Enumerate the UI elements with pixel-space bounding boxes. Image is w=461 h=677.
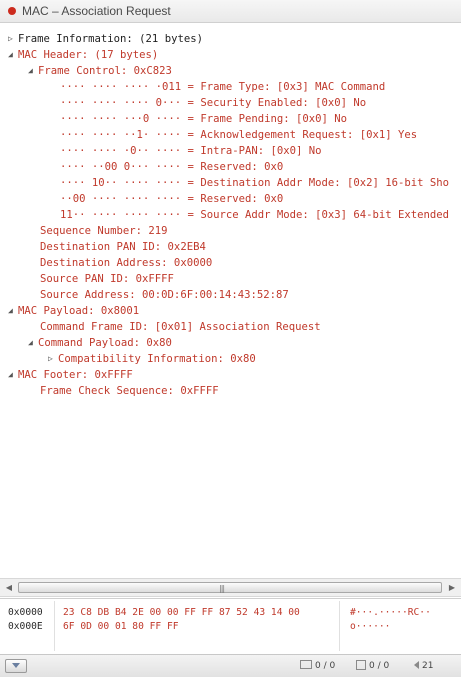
tree-row-compatibility-information[interactable]: ▷ Compatibility Information: 0x80 (48, 351, 256, 367)
tree-row-source-addr-mode[interactable]: 11·· ···· ···· ···· = Source Addr Mode: … (60, 207, 449, 223)
selection-count: 0 / 0 (315, 661, 336, 671)
tree-row-label: ···· 10·· ···· ···· = Destination Addr M… (60, 177, 450, 189)
scrollbar-thumb[interactable]: ||| (18, 582, 442, 593)
status-bar: 0 / 0 0 / 0 21 (0, 654, 461, 677)
tree-row-label: Command Payload: 0x80 (38, 337, 172, 349)
marker-counter: 0 / 0 (356, 659, 389, 673)
tree-row-label: Sequence Number: 219 (40, 225, 168, 237)
tree-row-label: ···· ···· ···0 ···· = Frame Pending: [0x… (60, 113, 348, 125)
hex-dump-pane[interactable]: 0x0000 0x000E 23 C8 DB B4 2E 00 00 FF FF… (0, 598, 461, 655)
tree-row-mac-header[interactable]: ◢ MAC Header: (17 bytes) (8, 47, 158, 63)
tree-row-label: ···· ···· ··1· ···· = Acknowledgement Re… (60, 129, 418, 141)
tree-row-label: ···· ···· ·0·· ···· = Intra-PAN: [0x0] N… (60, 145, 322, 157)
tree-row-label: Frame Control: 0xC823 (38, 65, 172, 77)
tree-row-reserved[interactable]: ···· ··00 0··· ···· = Reserved: 0x0 (60, 159, 283, 175)
tree-row-intra-pan[interactable]: ···· ···· ·0·· ···· = Intra-PAN: [0x0] N… (60, 143, 322, 159)
tree-row-label: ···· ···· ···· ·011 = Frame Type: [0x3] … (60, 81, 386, 93)
tree-row-frame-check-sequence[interactable]: Frame Check Sequence: 0xFFFF (40, 383, 219, 399)
tree-row-frame-control[interactable]: ◢ Frame Control: 0xC823 (28, 63, 172, 79)
scroll-left-arrow-icon[interactable]: ◀ (4, 583, 14, 593)
tree-row-frame-type[interactable]: ···· ···· ···· ·011 = Frame Type: [0x3] … (60, 79, 385, 95)
expand-arrow-icon[interactable]: ▷ (48, 351, 58, 367)
status-dot-icon (8, 7, 16, 15)
collapse-arrow-icon[interactable]: ◢ (28, 335, 38, 351)
tree-row-ack-request[interactable]: ···· ···· ··1· ···· = Acknowledgement Re… (60, 127, 417, 143)
collapse-arrow-icon[interactable]: ◢ (28, 63, 38, 79)
tree-row-label: Command Frame ID: [0x01] Association Req… (40, 321, 321, 333)
hex-ascii[interactable]: o······ (350, 620, 390, 634)
hex-offset: 0x0000 (8, 607, 43, 618)
tree-row-security-enabled[interactable]: ···· ···· ···· 0··· = Security Enabled: … (60, 95, 366, 111)
tree-row-dest-addr-mode[interactable]: ···· 10·· ···· ···· = Destination Addr M… (60, 175, 449, 191)
tree-row-mac-payload[interactable]: ◢ MAC Payload: 0x8001 (8, 303, 139, 319)
tree-row-frame-information[interactable]: ▷ Frame Information: (21 bytes) (8, 31, 203, 47)
collapse-arrow-icon[interactable]: ◢ (8, 47, 18, 63)
marker-count: 0 / 0 (369, 661, 390, 671)
marker-icon (356, 659, 366, 670)
collapse-arrow-icon[interactable]: ◢ (8, 367, 18, 383)
hex-offset: 0x000E (8, 621, 43, 632)
hex-bytes[interactable]: 23 C8 DB B4 2E 00 00 FF FF 87 52 43 14 0… (63, 606, 300, 620)
selection-icon (300, 660, 312, 669)
tree-row-label: MAC Payload: 0x8001 (18, 305, 140, 317)
chevron-down-icon (12, 663, 20, 668)
scroll-right-arrow-icon[interactable]: ▶ (447, 583, 457, 593)
packet-detail-tree[interactable]: ▷ Frame Information: (21 bytes) ◢ MAC Head… (0, 31, 461, 576)
tree-row-label: MAC Header: (17 bytes) (18, 49, 159, 61)
window-titlebar: MAC – Association Request (0, 0, 461, 23)
tree-row-destination-address[interactable]: Destination Address: 0x0000 (40, 255, 212, 271)
expand-arrow-icon[interactable]: ▷ (8, 31, 18, 47)
byte-counter: 21 (414, 659, 433, 673)
tree-row-command-frame-id[interactable]: Command Frame ID: [0x01] Association Req… (40, 319, 321, 335)
horizontal-scrollbar[interactable]: ◀ ||| ▶ (0, 578, 461, 597)
tree-row-label: ···· ···· ···· 0··· = Security Enabled: … (60, 97, 367, 109)
byte-length-icon (414, 660, 419, 669)
tree-row-reserved[interactable]: ··00 ···· ···· ···· = Reserved: 0x0 (60, 191, 283, 207)
tree-row-command-payload[interactable]: ◢ Command Payload: 0x80 (28, 335, 172, 351)
byte-count: 21 (422, 661, 434, 671)
tree-row-sequence-number[interactable]: Sequence Number: 219 (40, 223, 168, 239)
tree-row-label: 11·· ···· ···· ···· = Source Addr Mode: … (60, 209, 450, 221)
tree-row-label: Compatibility Information: 0x80 (58, 353, 256, 365)
hex-bytes[interactable]: 6F 0D 00 01 80 FF FF (63, 620, 179, 634)
hex-ascii[interactable]: #···.·····RC·· (350, 606, 431, 620)
tree-row-label: Destination PAN ID: 0x2EB4 (40, 241, 206, 253)
selection-counter: 0 / 0 (300, 659, 335, 673)
tree-row-label: Frame Check Sequence: 0xFFFF (40, 385, 219, 397)
tree-row-label: MAC Footer: 0xFFFF (18, 369, 133, 381)
tree-row-label: ··00 ···· ···· ···· = Reserved: 0x0 (60, 193, 284, 205)
tree-row-source-address[interactable]: Source Address: 00:0D:6F:00:14:43:52:87 (40, 287, 289, 303)
tree-row-label: Frame Information: (21 bytes) (18, 33, 203, 45)
tree-row-label: Destination Address: 0x0000 (40, 257, 213, 269)
dropdown-button[interactable] (5, 659, 27, 673)
tree-row-label: ···· ··00 0··· ···· = Reserved: 0x0 (60, 161, 284, 173)
tree-row-frame-pending[interactable]: ···· ···· ···0 ···· = Frame Pending: [0x… (60, 111, 347, 127)
tree-row-label: Source Address: 00:0D:6F:00:14:43:52:87 (40, 289, 289, 301)
tree-row-mac-footer[interactable]: ◢ MAC Footer: 0xFFFF (8, 367, 133, 383)
tree-row-destination-pan-id[interactable]: Destination PAN ID: 0x2EB4 (40, 239, 206, 255)
tree-row-source-pan-id[interactable]: Source PAN ID: 0xFFFF (40, 271, 174, 287)
window-title: MAC – Association Request (22, 4, 171, 18)
scrollbar-grip: ||| (219, 584, 225, 593)
tree-row-label: Source PAN ID: 0xFFFF (40, 273, 174, 285)
collapse-arrow-icon[interactable]: ◢ (8, 303, 18, 319)
